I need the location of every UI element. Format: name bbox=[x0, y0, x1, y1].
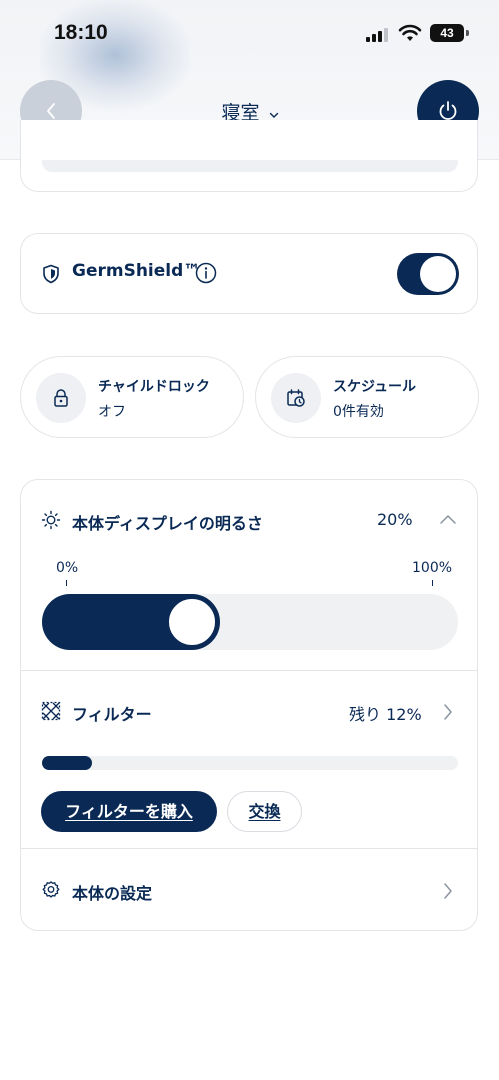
buy-filter-button[interactable]: フィルターを購入 bbox=[41, 791, 217, 832]
device-settings-row[interactable]: 本体の設定 bbox=[21, 849, 477, 931]
filter-life-bar-fill bbox=[42, 756, 92, 770]
germshield-card: GermShield™ bbox=[20, 233, 478, 314]
schedule-title: スケジュール bbox=[333, 379, 417, 395]
replace-filter-button[interactable]: 交換 bbox=[227, 791, 302, 832]
child-lock-status: オフ bbox=[98, 404, 126, 420]
brightness-max-tick bbox=[432, 580, 433, 586]
filter-life-bar bbox=[42, 756, 458, 770]
brightness-value: 20% bbox=[377, 510, 413, 529]
brightness-max-label: 100% bbox=[412, 560, 453, 576]
chevron-right-icon bbox=[444, 704, 452, 720]
calendar-clock-icon bbox=[287, 389, 305, 407]
filter-remaining: 残り 12% bbox=[349, 705, 422, 724]
lock-icon bbox=[54, 389, 68, 407]
brightness-slider-handle[interactable] bbox=[167, 597, 217, 647]
chevron-down-icon bbox=[269, 112, 278, 118]
schedule-icon-wrap bbox=[271, 373, 321, 423]
germshield-label: GermShield™ bbox=[72, 261, 201, 281]
toggle-knob bbox=[420, 256, 456, 292]
wifi-icon bbox=[398, 24, 422, 41]
schedule-status: 0件有効 bbox=[333, 404, 384, 420]
cellular-signal-icon bbox=[366, 26, 390, 42]
device-settings-label: 本体の設定 bbox=[72, 884, 153, 903]
filter-icon bbox=[41, 701, 61, 721]
gear-icon bbox=[42, 881, 60, 898]
brightness-slider[interactable] bbox=[42, 594, 458, 650]
chevron-right-icon bbox=[444, 883, 452, 899]
shield-icon bbox=[43, 264, 59, 284]
filter-row[interactable]: フィルター 残り 12% bbox=[21, 671, 477, 741]
sun-icon bbox=[41, 510, 61, 530]
germshield-toggle[interactable] bbox=[397, 253, 459, 295]
child-lock-title: チャイルドロック bbox=[98, 379, 210, 395]
previous-card-content bbox=[42, 160, 458, 172]
chevron-up-icon[interactable] bbox=[438, 513, 458, 527]
previous-card bbox=[20, 120, 478, 192]
brightness-min-label: 0% bbox=[56, 560, 79, 576]
child-lock-button[interactable]: チャイルドロック オフ bbox=[20, 356, 244, 438]
battery-cap bbox=[466, 30, 469, 36]
status-time: 18:10 bbox=[54, 21, 108, 44]
brightness-label: 本体ディスプレイの明るさ bbox=[72, 514, 263, 533]
child-lock-icon-wrap bbox=[36, 373, 86, 423]
device-controls-card: 本体ディスプレイの明るさ 20% 0% 100% フィルター 残り 12% フィ… bbox=[20, 479, 478, 931]
brightness-min-tick bbox=[66, 580, 67, 586]
filter-label: フィルター bbox=[72, 705, 152, 724]
battery-level: 43 bbox=[440, 26, 454, 40]
chevron-left-icon bbox=[47, 103, 55, 119]
schedule-button[interactable]: スケジュール 0件有効 bbox=[255, 356, 479, 438]
info-icon[interactable] bbox=[195, 262, 217, 284]
battery-icon: 43 bbox=[430, 24, 464, 42]
